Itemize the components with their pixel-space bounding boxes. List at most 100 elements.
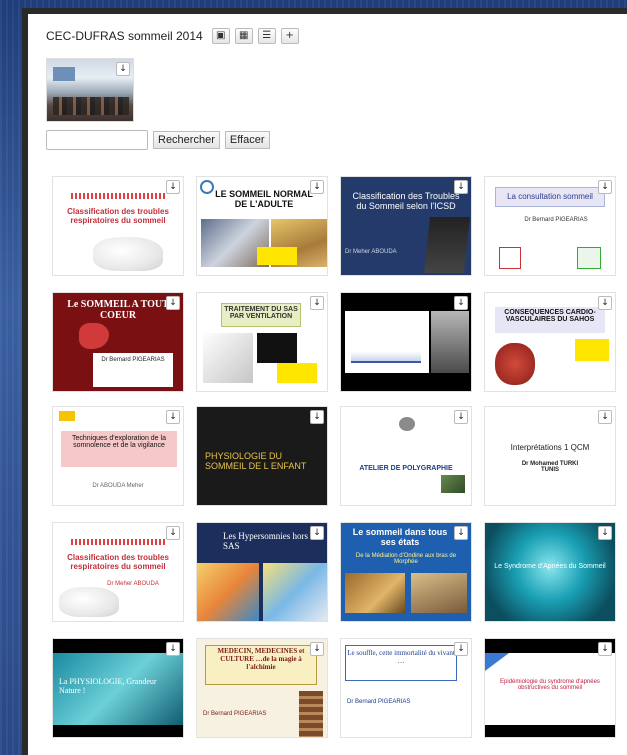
slide-thumbnail[interactable]: Classification des troubles respiratoire… bbox=[52, 522, 184, 622]
slide-author: Dr Bernard PIGEARIAS bbox=[203, 711, 267, 717]
slide-thumbnail[interactable]: Les Hypersomnies hors SAS ↓ bbox=[196, 522, 328, 622]
slide-thumbnail[interactable]: TRAITEMENT DU SAS PAR VENTILATION ↓ bbox=[196, 292, 328, 392]
slide-title: Classification des Troubles du Sommeil s… bbox=[352, 191, 460, 211]
download-icon[interactable]: ↓ bbox=[116, 62, 130, 76]
info-box bbox=[575, 339, 609, 361]
slide-title: PHYSIOLOGIE DU SOMMEIL DE L ENFANT bbox=[205, 451, 307, 471]
logo-seal-icon bbox=[200, 180, 214, 194]
slide-author: Dr Meher ABOUDA bbox=[107, 581, 159, 587]
gallery-panel: CEC-DUFRAS sommeil 2014 ▣ ▦ ☰ + ↓ Recher… bbox=[28, 14, 627, 755]
grid-view-button[interactable]: ▦ bbox=[234, 28, 253, 44]
slide-author: Dr Bernard PIGEARIAS bbox=[347, 699, 411, 705]
slide-author: Dr ABOUDA Meher bbox=[92, 483, 144, 489]
slide-title: Classification des troubles respiratoire… bbox=[67, 553, 169, 571]
download-icon[interactable]: ↓ bbox=[598, 180, 612, 194]
slide-thumbnail[interactable]: Classification des Troubles du Sommeil s… bbox=[340, 176, 472, 276]
slide-thumbnail[interactable]: La consultation sommeil Dr Bernard PIGEA… bbox=[484, 176, 616, 276]
download-icon[interactable]: ↓ bbox=[166, 526, 180, 540]
cover-screen-shape bbox=[53, 67, 75, 81]
slide-title: LE SOMMEIL NORMAL DE L'ADULTE bbox=[215, 189, 313, 209]
books-image bbox=[299, 691, 323, 737]
dark-panel bbox=[257, 333, 297, 363]
add-icon: + bbox=[285, 30, 294, 41]
slide-thumbnail[interactable]: ATELIER DE POLYGRAPHIE ↓ bbox=[340, 406, 472, 506]
download-icon[interactable]: ↓ bbox=[598, 296, 612, 310]
slide-thumbnail[interactable]: MEDECIN, MEDECINES et CULTURE …de la mag… bbox=[196, 638, 328, 738]
download-icon[interactable]: ↓ bbox=[166, 410, 180, 424]
slide-thumbnail[interactable]: Techniques d'exploration de la somnolenc… bbox=[52, 406, 184, 506]
download-icon[interactable]: ↓ bbox=[454, 296, 468, 310]
download-icon[interactable]: ↓ bbox=[454, 410, 468, 424]
slide-author: Dr Bernard PIGEARIAS bbox=[524, 217, 588, 223]
cartoon-image bbox=[263, 563, 327, 621]
download-icon[interactable]: ↓ bbox=[310, 296, 324, 310]
heart-image bbox=[79, 323, 109, 349]
cover-audience-shape bbox=[53, 97, 129, 115]
cartoon-image bbox=[197, 563, 259, 621]
search-input[interactable] bbox=[46, 130, 148, 150]
download-icon[interactable]: ↓ bbox=[598, 526, 612, 540]
slide-thumbnail[interactable]: Le sommeil dans tous ses états De la Méd… bbox=[340, 522, 472, 622]
slide-thumbnail[interactable]: Le SOMMEIL A TOUT COEUR Dr Bernard PIGEA… bbox=[52, 292, 184, 392]
add-button[interactable]: + bbox=[280, 28, 299, 44]
logo-icon bbox=[499, 247, 521, 269]
album-cover-image[interactable]: ↓ bbox=[46, 58, 134, 122]
slide-thumbnail[interactable]: Classification des troubles respiratoire… bbox=[52, 176, 184, 276]
slide-thumbnail[interactable]: Epidémiologie du syndrome d'apnées obstr… bbox=[484, 638, 616, 738]
download-icon[interactable]: ↓ bbox=[166, 296, 180, 310]
list-view-icon: ☰ bbox=[262, 30, 272, 41]
slide-thumbnail[interactable]: Le Syndrome d'Apnées du Sommeil ↓ bbox=[484, 522, 616, 622]
slide-title: Classification des troubles respiratoire… bbox=[67, 207, 169, 225]
image-view-button[interactable]: ▣ bbox=[211, 28, 230, 44]
info-box bbox=[257, 247, 297, 265]
download-icon[interactable]: ↓ bbox=[454, 642, 468, 656]
download-icon[interactable]: ↓ bbox=[598, 642, 612, 656]
corner-shape bbox=[485, 653, 509, 671]
slide-thumbnail[interactable]: Le souffle, cette immortalité du vivant … bbox=[340, 638, 472, 738]
download-icon[interactable]: ↓ bbox=[454, 526, 468, 540]
slide-title: La consultation sommeil bbox=[507, 192, 593, 201]
slide-thumbnail[interactable]: La PHYSIOLOGIE, Grandeur Nature ! ↓ bbox=[52, 638, 184, 738]
gallery-title: CEC-DUFRAS sommeil 2014 bbox=[46, 29, 203, 43]
slide-thumbnail[interactable]: CONSEQUENCES CARDIO-VASCULAIRES DU SAHOS… bbox=[484, 292, 616, 392]
info-box bbox=[277, 363, 317, 383]
logo-icon bbox=[399, 417, 415, 431]
slide-title: ATELIER DE POLYGRAPHIE bbox=[359, 465, 453, 472]
download-icon[interactable]: ↓ bbox=[310, 642, 324, 656]
download-icon[interactable]: ↓ bbox=[310, 526, 324, 540]
slide-thumbnail[interactable]: PHYSIOLOGIE DU SOMMEIL DE L ENFANT ↓ bbox=[196, 406, 328, 506]
slide-title: Le souffle, cette immortalité du vivant … bbox=[347, 649, 455, 665]
download-icon[interactable]: ↓ bbox=[310, 180, 324, 194]
heart-image bbox=[495, 343, 535, 385]
download-icon[interactable]: ↓ bbox=[166, 642, 180, 656]
slide-title: Le SOMMEIL A TOUT COEUR bbox=[67, 299, 169, 321]
download-icon[interactable]: ↓ bbox=[310, 410, 324, 424]
slide-title: CONSEQUENCES CARDIO-VASCULAIRES DU SAHOS bbox=[504, 309, 596, 323]
slide-title: Epidémiologie du syndrome d'apnées obstr… bbox=[500, 679, 600, 691]
image-view-icon: ▣ bbox=[215, 30, 226, 41]
download-icon[interactable]: ↓ bbox=[166, 180, 180, 194]
slide-author: Dr Meher ABOUDA bbox=[345, 249, 397, 255]
slide-title: Le Syndrome d'Apnées du Sommeil bbox=[494, 563, 606, 570]
clear-button[interactable]: Effacer bbox=[224, 131, 270, 149]
download-icon[interactable]: ↓ bbox=[598, 410, 612, 424]
gallery-header: CEC-DUFRAS sommeil 2014 ▣ ▦ ☰ + bbox=[46, 28, 299, 44]
pillows-image bbox=[59, 587, 119, 617]
slide-title: Le sommeil dans tous ses états bbox=[352, 527, 448, 547]
sound-wave-shape bbox=[71, 539, 167, 545]
slide-thumbnail[interactable]: Interprétations 1 QCM Dr Mohamed TURKI T… bbox=[484, 406, 616, 506]
slide-thumbnail[interactable]: ↓ bbox=[340, 292, 472, 392]
slide-title: Les Hypersomnies hors SAS bbox=[223, 531, 308, 551]
slide-author: Dr Mohamed TURKI TUNIS bbox=[521, 461, 579, 473]
slide-title: La PHYSIOLOGIE, Grandeur Nature ! bbox=[59, 677, 157, 695]
list-view-button[interactable]: ☰ bbox=[257, 28, 276, 44]
search-bar: Rechercher Effacer bbox=[46, 130, 270, 150]
download-icon[interactable]: ↓ bbox=[454, 180, 468, 194]
slide-thumbnail[interactable]: LE SOMMEIL NORMAL DE L'ADULTE ↓ bbox=[196, 176, 328, 276]
logo-icon bbox=[577, 247, 601, 269]
car-icon bbox=[59, 411, 75, 421]
pillows-image bbox=[93, 237, 163, 271]
painting-image bbox=[345, 573, 405, 613]
slide-title: TRAITEMENT DU SAS PAR VENTILATION bbox=[224, 306, 298, 320]
search-button[interactable]: Rechercher bbox=[153, 131, 220, 149]
